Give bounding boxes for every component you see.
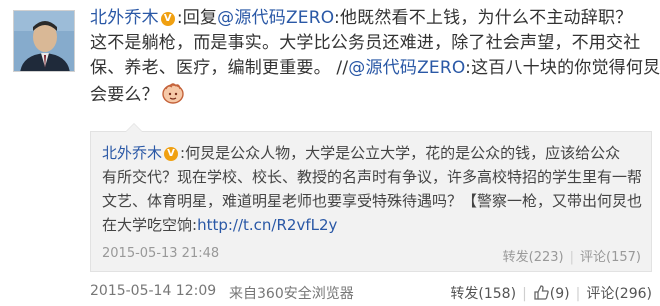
divider: | xyxy=(569,250,575,265)
verified-badge-icon: V xyxy=(160,12,175,26)
post-source[interactable]: 来自360安全浏览器 xyxy=(229,283,354,303)
quote-line-2: 有所交代？现在学校、校长、教授的名声时有争议，许多高校特招的学生里有一帮 xyxy=(102,168,643,186)
post-line-3: 保、养老、医疗，编制更重要。 //@源代码ZERO:这百八十块的你觉得何炅 xyxy=(90,56,660,81)
hand-icon xyxy=(161,81,185,105)
post-line-2: 这不是躺枪，而是事实。大学比公务员还难进，除了社会声望，不用交社 xyxy=(90,33,641,53)
quote-line-3: 文艺、体育明星，难道明星老师也要享受特殊待遇吗？【警察一枪，又带出何炅也 xyxy=(102,192,643,210)
quote-caret xyxy=(125,123,143,132)
quote-line-4: 在大学吃空饷:http://t.cn/R2vfL2y xyxy=(102,213,647,237)
comment-button[interactable]: 评论(296) xyxy=(586,286,652,302)
quoted-post-body: 北外乔木 V:何炅是公众人物，大学是公立大学，花的是公众的钱，应该给公众 有所交代… xyxy=(102,141,647,237)
quote-text: :何炅是公众人物，大学是公立大学，花的是公众的钱，应该给公众 xyxy=(180,144,621,162)
avatar[interactable] xyxy=(13,10,75,72)
mention-link[interactable]: @源代码ZERO xyxy=(348,58,465,78)
quote-comment-button[interactable]: 评论(157) xyxy=(580,250,641,265)
quote-actions: 转发(223) | 评论(157) xyxy=(503,246,641,265)
reply-prefix: :回复 xyxy=(176,8,218,28)
post-text: 会要么？ xyxy=(90,85,159,105)
like-button[interactable]: (9) xyxy=(533,284,570,302)
quoted-post: 北外乔木 V:何炅是公众人物，大学是公立大学，花的是公众的钱，应该给公众 有所交代… xyxy=(90,123,652,272)
quote-author-name[interactable]: 北外乔木 xyxy=(102,144,162,162)
quote-line-1: 北外乔木 V:何炅是公众人物，大学是公立大学，花的是公众的钱，应该给公众 xyxy=(102,141,647,165)
thumbs-up-icon xyxy=(533,284,550,301)
divider: | xyxy=(522,286,527,302)
post-line-4: 会要么？ xyxy=(90,81,655,108)
like-count: (9) xyxy=(549,286,570,302)
quote-repost-button[interactable]: 转发(223) xyxy=(503,250,564,265)
post-text: :他既然看不上钱，为什么不主动辞职？ xyxy=(334,8,633,28)
post-text: :这百八十块的你觉得何炅 xyxy=(465,58,660,78)
post-timestamp[interactable]: 2015-05-14 12:09 xyxy=(90,283,216,299)
author-name[interactable]: 北外乔木 xyxy=(90,8,159,28)
post-actions: 转发(158) | (9) | 评论(296) xyxy=(450,283,652,303)
divider: | xyxy=(575,286,581,302)
verified-badge-icon: V xyxy=(164,147,179,161)
avatar-image xyxy=(14,11,74,71)
post-body: 北外乔木 V:回复@源代码ZERO:他既然看不上钱，为什么不主动辞职？ 这不是躺枪… xyxy=(90,6,660,108)
post-line-1: 北外乔木 V:回复@源代码ZERO:他既然看不上钱，为什么不主动辞职？ xyxy=(90,6,655,31)
quote-timestamp[interactable]: 2015-05-13 21:48 xyxy=(102,246,219,261)
reply-mention-link[interactable]: @源代码ZERO xyxy=(217,8,334,28)
short-link[interactable]: http://t.cn/R2vfL2y xyxy=(197,216,337,234)
repost-button[interactable]: 转发(158) xyxy=(450,286,516,302)
post-text: 保、养老、医疗，编制更重要。 // xyxy=(90,58,349,78)
quote-text: 在大学吃空饷: xyxy=(102,216,198,234)
